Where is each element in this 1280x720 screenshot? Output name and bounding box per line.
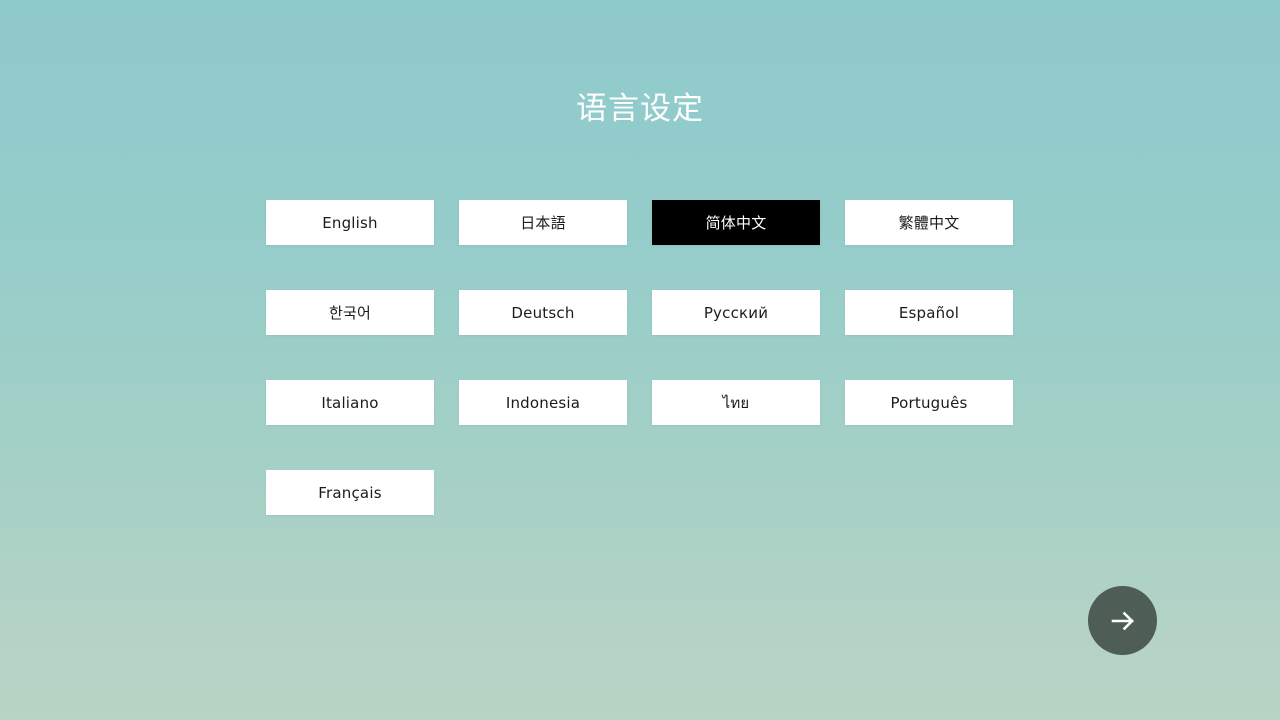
- language-option[interactable]: 한국어: [266, 290, 434, 335]
- language-option-label: 日本語: [520, 214, 566, 232]
- language-options-grid: English 日本語 简体中文 繁體中文 한국어 Deutsch Русский Españ…: [266, 200, 1014, 515]
- language-option[interactable]: Indonesia: [459, 380, 627, 425]
- language-option[interactable]: Español: [845, 290, 1013, 335]
- language-option-label: Italiano: [321, 393, 379, 412]
- language-option[interactable]: 繁體中文: [845, 200, 1013, 245]
- language-option-label: Português: [890, 393, 968, 412]
- arrow-right-icon: [1106, 604, 1140, 638]
- language-option[interactable]: 日本語: [459, 200, 627, 245]
- next-button[interactable]: [1088, 586, 1157, 655]
- language-option-label: English: [322, 213, 378, 232]
- language-option-label: Indonesia: [505, 393, 581, 412]
- language-option[interactable]: Русский: [652, 290, 820, 335]
- language-option-label: Русский: [703, 303, 769, 322]
- language-option-label: 繁體中文: [898, 214, 960, 232]
- language-option[interactable]: Italiano: [266, 380, 434, 425]
- language-option[interactable]: Português: [845, 380, 1013, 425]
- language-option[interactable]: English: [266, 200, 434, 245]
- language-option-label: 한국어: [328, 304, 371, 322]
- language-option[interactable]: Français: [266, 470, 434, 515]
- page-title: 语言设定: [576, 91, 704, 127]
- language-option-label: 简体中文: [705, 214, 767, 232]
- language-option[interactable]: ไทย: [652, 380, 820, 425]
- language-option[interactable]: 简体中文: [652, 200, 820, 245]
- language-option-label: Deutsch: [511, 303, 575, 322]
- language-option[interactable]: Deutsch: [459, 290, 627, 335]
- language-option-label: Français: [318, 483, 382, 502]
- language-option-label: ไทย: [722, 393, 750, 412]
- language-setting-screen: 语言设定 English 日本語 简体中文 繁體中文 한국어 Deutsch Русский…: [0, 0, 1280, 720]
- language-option-label: Español: [898, 303, 960, 322]
